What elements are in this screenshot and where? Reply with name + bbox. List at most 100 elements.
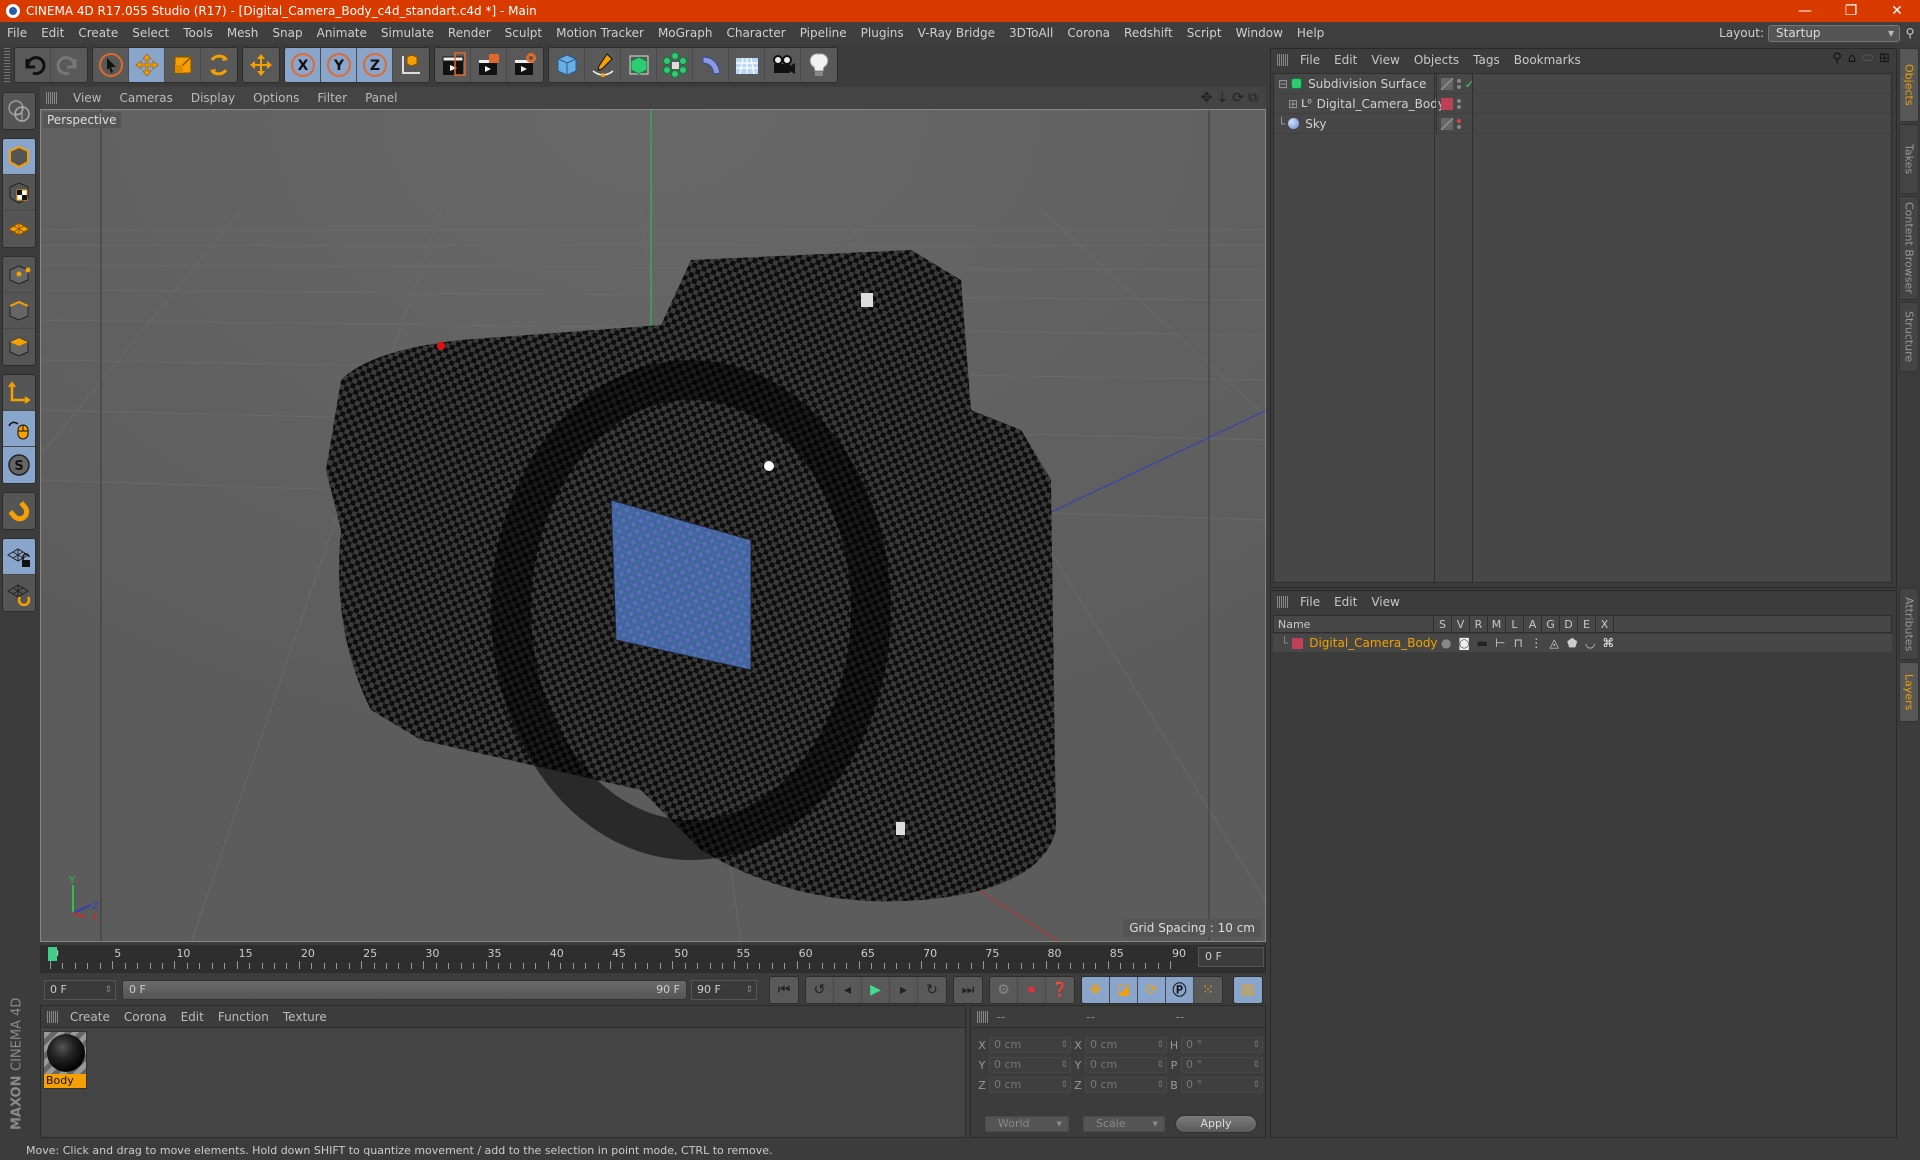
dock-tab-structure[interactable]: Structure <box>1899 302 1919 372</box>
menu-file[interactable]: File <box>0 26 34 40</box>
planar-workplane-button[interactable] <box>3 575 35 611</box>
viewport-menu-panel[interactable]: Panel <box>356 91 406 105</box>
material-swatch[interactable]: Body <box>43 1031 87 1089</box>
axis-lock-x-button[interactable]: X <box>285 48 321 82</box>
timeline-playhead[interactable] <box>48 947 57 961</box>
snapping-button[interactable] <box>3 493 35 529</box>
object-menu-view[interactable]: View <box>1364 53 1406 67</box>
end-frame-field[interactable]: 90 F ⇕ <box>691 980 757 1000</box>
layer-column-g[interactable]: G <box>1542 615 1560 633</box>
layer-column-r[interactable]: R <box>1470 615 1488 633</box>
layer-column-a[interactable]: A <box>1524 615 1542 633</box>
dock-tab-objects[interactable]: Objects <box>1899 48 1919 122</box>
axis-lock-z-button[interactable]: Z <box>357 48 393 82</box>
viewport-menu-view[interactable]: View <box>64 91 110 105</box>
menu-snap[interactable]: Snap <box>265 26 309 40</box>
material-menu-corona[interactable]: Corona <box>117 1010 174 1024</box>
menu-3dtoall[interactable]: 3DToAll <box>1002 26 1060 40</box>
object-menu-file[interactable]: File <box>1293 53 1327 67</box>
viewport-menu-options[interactable]: Options <box>244 91 308 105</box>
close-button[interactable]: ✕ <box>1874 0 1920 22</box>
manager-hierarchy-icon[interactable]: ⊢ <box>1491 636 1509 650</box>
rotation-p-field[interactable]: 0 ° <box>1181 1057 1263 1073</box>
material-menu-texture[interactable]: Texture <box>276 1010 334 1024</box>
layer-menu-file[interactable]: File <box>1293 595 1327 609</box>
transform-mode-dropdown[interactable]: Scale <box>1083 1116 1165 1132</box>
layer-color-swatch[interactable] <box>1292 637 1304 649</box>
layer-column-x[interactable]: X <box>1596 615 1614 633</box>
deformer-button[interactable] <box>693 48 729 82</box>
key-point-level-button[interactable]: ⁙ <box>1194 977 1222 1003</box>
menu-plugins[interactable]: Plugins <box>854 26 911 40</box>
layer-column-name[interactable]: Name <box>1274 615 1434 633</box>
menu-mograph[interactable]: MoGraph <box>651 26 720 40</box>
render-settings-button[interactable] <box>507 48 543 82</box>
make-editable-button[interactable] <box>3 93 35 129</box>
next-frame-button[interactable]: ▸ <box>890 977 918 1003</box>
layer-column-m[interactable]: M <box>1488 615 1506 633</box>
menu-pipeline[interactable]: Pipeline <box>793 26 854 40</box>
layer-swatch[interactable] <box>1441 78 1453 90</box>
light-button[interactable] <box>801 48 837 82</box>
rotation-h-field[interactable]: 0 ° <box>1181 1037 1263 1053</box>
viewport-menu-filter[interactable]: Filter <box>308 91 356 105</box>
layer-name[interactable]: Digital_Camera_Body <box>1309 636 1437 650</box>
size-x-field[interactable]: 0 cm <box>1085 1037 1167 1053</box>
scale-tool[interactable] <box>165 48 201 82</box>
animation-icon[interactable]: ⋮ <box>1527 636 1545 650</box>
axis-mode-button[interactable] <box>3 375 35 411</box>
timeline-ruler[interactable]: 051015202530354045505560657075808590 <box>50 945 1195 971</box>
menu-v-ray-bridge[interactable]: V-Ray Bridge <box>911 26 1002 40</box>
timeline[interactable]: 051015202530354045505560657075808590 0 F <box>40 945 1266 973</box>
play-button[interactable]: ▶ <box>862 977 890 1003</box>
menu-redshift[interactable]: Redshift <box>1117 26 1180 40</box>
model-mode-button[interactable] <box>3 139 35 175</box>
material-menu-edit[interactable]: Edit <box>174 1010 211 1024</box>
menu-window[interactable]: Window <box>1229 26 1290 40</box>
go-to-end-button[interactable]: ⏭ <box>954 977 982 1003</box>
new-window-icon[interactable]: ⊞ <box>1879 51 1890 66</box>
layer-swatch[interactable] <box>1441 118 1453 130</box>
polygons-mode-button[interactable] <box>3 329 35 365</box>
menu-script[interactable]: Script <box>1180 26 1229 40</box>
menu-create[interactable]: Create <box>71 26 125 40</box>
panel-grip[interactable] <box>46 92 58 104</box>
generators-icon[interactable]: ◬ <box>1545 636 1563 650</box>
menu-sculpt[interactable]: Sculpt <box>498 26 549 40</box>
deformers-icon[interactable]: ⬟ <box>1563 636 1581 650</box>
collapse-icon[interactable]: ⊟ <box>1278 77 1288 91</box>
subdivision-surface-button[interactable] <box>621 48 657 82</box>
menu-corona[interactable]: Corona <box>1060 26 1117 40</box>
frame-range-slider[interactable]: 0 F 90 F <box>122 980 687 1000</box>
enabled-check-icon[interactable]: ✓ <box>1465 78 1474 91</box>
rotate-tool[interactable] <box>201 48 237 82</box>
axis-lock-y-button[interactable]: Y <box>321 48 357 82</box>
move-tool[interactable] <box>129 48 165 82</box>
material-menu-create[interactable]: Create <box>63 1010 117 1024</box>
coordinate-space-dropdown[interactable]: World <box>985 1116 1069 1132</box>
object-menu-bookmarks[interactable]: Bookmarks <box>1507 53 1588 67</box>
workplane-mode-button[interactable] <box>3 211 35 247</box>
menu-simulate[interactable]: Simulate <box>374 26 441 40</box>
object-menu-tags[interactable]: Tags <box>1466 53 1507 67</box>
previous-key-button[interactable]: ↺ <box>806 977 834 1003</box>
rotation-b-field[interactable]: 0 ° <box>1181 1077 1263 1093</box>
start-frame-field[interactable]: 0 F ⇕ <box>44 980 116 1000</box>
render-clapboard-icon[interactable]: ▬ <box>1473 636 1491 650</box>
layer-column-v[interactable]: V <box>1452 615 1470 633</box>
key-rotation-button[interactable]: ⟳ <box>1138 977 1166 1003</box>
live-selection-tool[interactable] <box>93 48 129 82</box>
camera-button[interactable] <box>765 48 801 82</box>
menu-mesh[interactable]: Mesh <box>220 26 266 40</box>
expressions-icon[interactable]: ◡ <box>1581 636 1599 650</box>
layout-dropdown[interactable]: Startup <box>1768 24 1900 42</box>
render-view-button[interactable] <box>435 48 471 82</box>
layer-column-d[interactable]: D <box>1560 615 1578 633</box>
next-key-button[interactable]: ↻ <box>918 977 946 1003</box>
motion-path-button[interactable]: ⚙ <box>990 977 1018 1003</box>
visibility-dots[interactable] <box>1457 99 1461 109</box>
points-mode-button[interactable] <box>3 257 35 293</box>
timeline-window-button[interactable]: ▤ <box>1234 977 1262 1003</box>
edges-mode-button[interactable] <box>3 293 35 329</box>
size-z-field[interactable]: 0 cm <box>1085 1077 1167 1093</box>
